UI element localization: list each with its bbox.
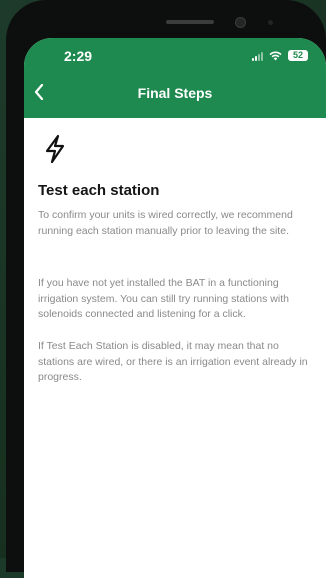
speaker-grille [166,20,214,24]
content-area: Test each station To confirm your units … [24,118,326,578]
instruction-paragraph: If you have not yet installed the BAT in… [38,276,314,323]
instruction-paragraph: If Test Each Station is disabled, it may… [38,339,314,386]
page-title: Final Steps [24,85,326,101]
lightning-bolt-icon [42,134,68,164]
section-heading: Test each station [38,182,159,199]
battery-icon: 52 [288,50,308,61]
proximity-sensor [268,20,273,25]
app-screen: 2:29 52 Final S [24,38,326,578]
phone-frame: 2:29 52 Final S [6,0,326,572]
status-time: 2:29 [64,48,92,64]
wifi-icon [269,51,282,61]
instruction-paragraph: To confirm your units is wired correctly… [38,208,314,239]
app-header: 2:29 52 Final S [24,38,326,118]
signal-icon [252,51,263,61]
status-icons: 52 [252,50,308,61]
front-camera [235,17,246,28]
